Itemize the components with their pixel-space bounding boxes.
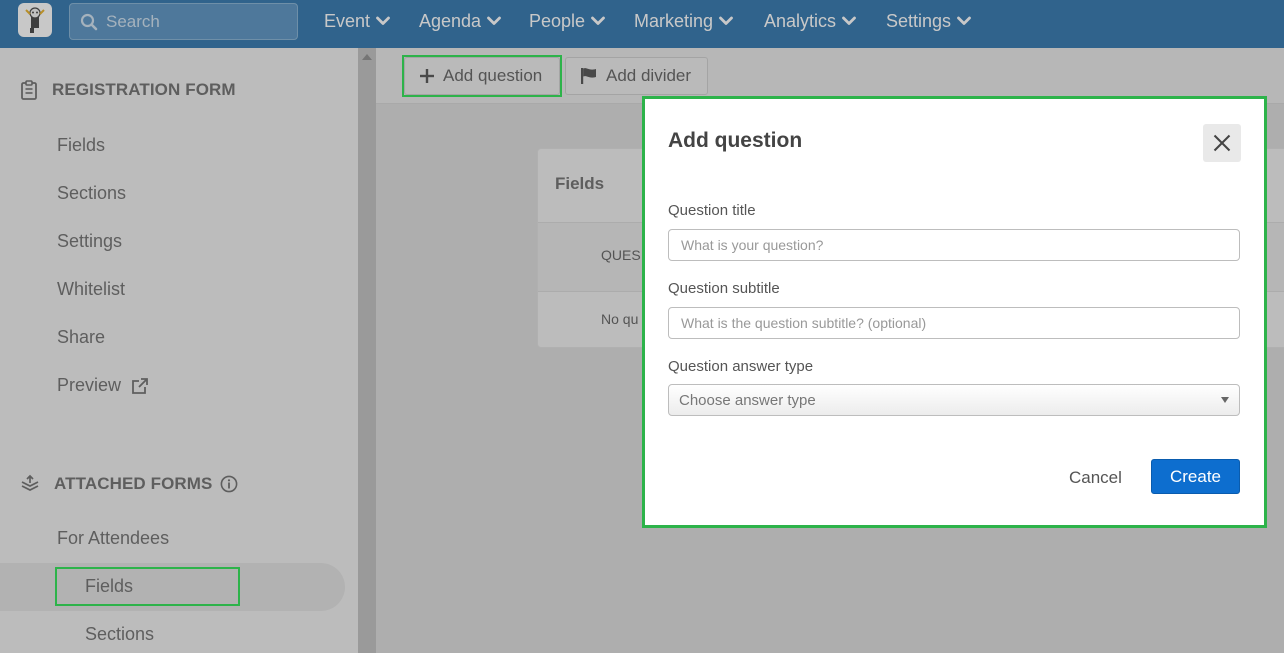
highlight-fields-item [55, 567, 240, 606]
dropdown-caret-icon [1221, 397, 1229, 403]
question-subtitle-input[interactable] [668, 307, 1240, 339]
question-title-input[interactable] [668, 229, 1240, 261]
close-icon [1213, 134, 1231, 152]
add-question-dialog: Add question Question title Question sub… [642, 96, 1267, 528]
highlight-add-question [402, 55, 562, 97]
select-value: Choose answer type [679, 391, 816, 409]
cancel-button[interactable]: Cancel [1057, 461, 1134, 495]
question-title-label: Question title [668, 202, 756, 219]
question-subtitle-label: Question subtitle [668, 280, 780, 297]
answer-type-label: Question answer type [668, 358, 814, 375]
answer-type-select[interactable]: Choose answer type [668, 384, 1240, 416]
dialog-title: Add question [668, 129, 803, 152]
create-button[interactable]: Create [1151, 459, 1240, 494]
close-button[interactable] [1203, 124, 1241, 162]
